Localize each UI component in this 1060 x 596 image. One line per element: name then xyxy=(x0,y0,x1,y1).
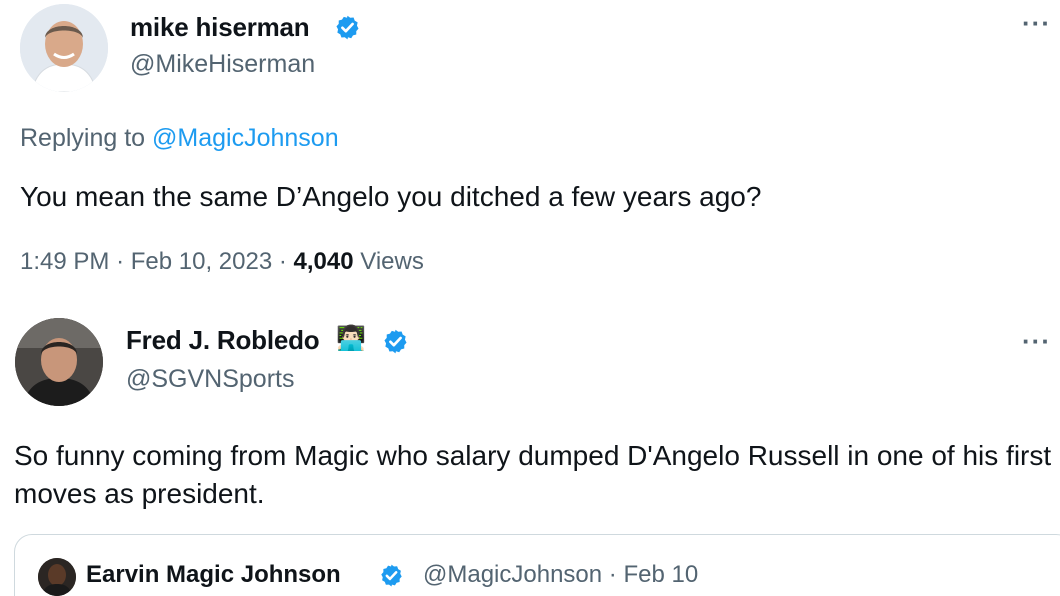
verified-badge-icon xyxy=(336,15,359,40)
quoted-author-name[interactable]: Earvin Magic Johnson xyxy=(86,561,341,589)
author-name[interactable]: Fred J. Robledo xyxy=(126,325,320,356)
avatar-image xyxy=(38,558,76,596)
replying-to-label: Replying to xyxy=(20,124,146,152)
avatar-mike-hiserman[interactable] xyxy=(20,4,108,92)
quoted-author-handle[interactable]: @MagicJohnson xyxy=(423,561,602,588)
tweet-metadata: 1:49 PM · Feb 10, 2023 · 4,040 Views xyxy=(20,248,424,276)
separator: · xyxy=(278,248,287,275)
author-name[interactable]: mike hiserman xyxy=(130,12,310,43)
avatar-magic-johnson[interactable] xyxy=(38,558,76,596)
tweet-text: So funny coming from Magic who salary du… xyxy=(14,440,1052,509)
more-options-icon[interactable]: ··· xyxy=(1022,8,1051,39)
views-label: Views xyxy=(360,248,424,275)
author-handle[interactable]: @MikeHiserman xyxy=(130,50,315,79)
separator: · xyxy=(116,248,125,275)
verified-badge-icon xyxy=(384,329,407,354)
avatar-fred-robledo[interactable] xyxy=(15,318,103,406)
separator: · xyxy=(608,561,617,588)
author-handle[interactable]: @SGVNSports xyxy=(126,365,294,394)
replying-to-line: Replying to @MagicJohnson xyxy=(20,124,339,153)
tweet-date[interactable]: Feb 10, 2023 xyxy=(131,248,272,275)
replying-to-link[interactable]: @MagicJohnson xyxy=(152,124,339,152)
avatar-image xyxy=(20,4,108,92)
quoted-author-meta: @MagicJohnson · Feb 10 xyxy=(423,561,698,589)
views-count: 4,040 xyxy=(293,248,354,275)
quoted-tweet-date[interactable]: Feb 10 xyxy=(623,561,698,588)
technologist-emoji: 👨🏻‍💻 xyxy=(336,325,366,352)
tweet-text: You mean the same D’Angelo you ditched a… xyxy=(20,181,762,212)
verified-badge-icon xyxy=(381,564,402,587)
more-options-icon[interactable]: ··· xyxy=(1022,326,1051,357)
avatar-image xyxy=(15,318,103,406)
tweet-time[interactable]: 1:49 PM xyxy=(20,248,109,275)
